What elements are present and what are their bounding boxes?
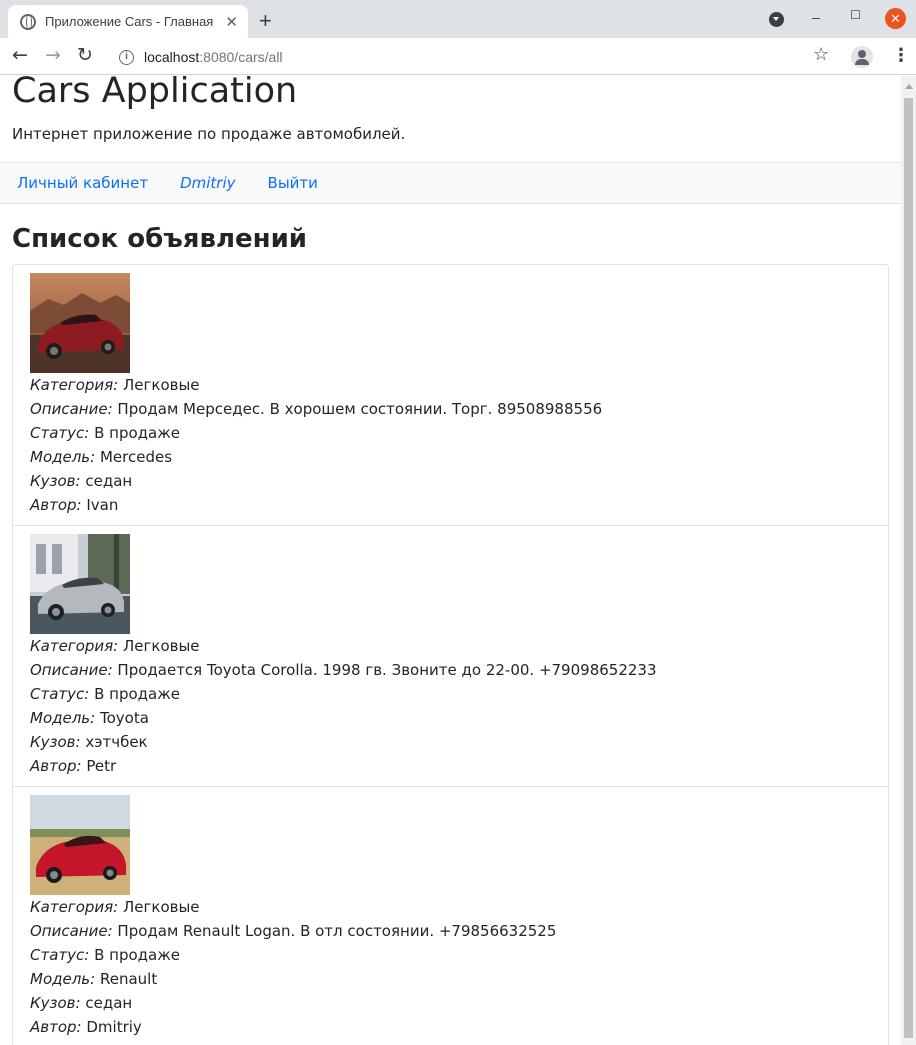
new-tab-button[interactable]: + [259, 8, 272, 34]
ad-body: Кузов: седан [30, 469, 871, 493]
list-item: Категория: Легковые Описание: Продам Мер… [13, 265, 888, 526]
browser-titlebar: Приложение Cars - Главная ✕ + – ☐ ✕ [0, 0, 916, 38]
model-label: Модель: [30, 709, 96, 727]
url-host: localhost [144, 49, 200, 65]
ad-status: Статус: В продаже [30, 421, 871, 445]
address-bar[interactable]: i localhost:8080/cars/all [108, 43, 838, 71]
author-value: Ivan [86, 496, 119, 514]
ad-description: Описание: Продам Мерседес. В хорошем сос… [30, 397, 871, 421]
tab-close-icon[interactable]: ✕ [225, 13, 238, 31]
status-label: Статус: [30, 946, 90, 964]
nav-user-link[interactable]: Dmitriy [180, 174, 235, 192]
ad-category: Категория: Легковые [30, 634, 871, 658]
status-label: Статус: [30, 685, 90, 703]
ad-author: Автор: Ivan [30, 493, 871, 517]
category-label: Категория: [30, 898, 119, 916]
browser-toolbar: ← → ↻ i localhost:8080/cars/all ☆ ⋮ [0, 38, 916, 75]
list-item: Категория: Легковые Описание: Продается … [13, 526, 888, 787]
tab-search-icon[interactable] [769, 12, 784, 27]
body-label: Кузов: [30, 994, 81, 1012]
body-label: Кузов: [30, 733, 81, 751]
ad-description: Описание: Продам Renault Logan. В отл со… [30, 919, 871, 943]
ad-author: Автор: Petr [30, 754, 871, 778]
page-viewport: Cars Application Интернет приложение по … [0, 76, 901, 1045]
description-value: Продам Renault Logan. В отл состоянии. +… [117, 922, 557, 940]
category-value: Легковые [123, 376, 200, 394]
profile-avatar-icon[interactable] [851, 46, 873, 68]
description-value: Продам Мерседес. В хорошем состоянии. То… [117, 400, 603, 418]
url-path: :8080/cars/all [199, 49, 283, 65]
nav-cabinet-link[interactable]: Личный кабинет [17, 174, 148, 192]
app-subtitle: Интернет приложение по продаже автомобил… [12, 125, 406, 143]
status-value: В продаже [94, 946, 180, 964]
list-item: Категория: Легковые Описание: Продам Ren… [13, 787, 888, 1045]
ad-body: Кузов: хэтчбек [30, 730, 871, 754]
globe-icon [20, 13, 36, 30]
minimize-button[interactable]: – [812, 9, 820, 25]
car-photo [30, 273, 130, 373]
tab-title: Приложение Cars - Главная [45, 14, 214, 29]
back-button[interactable]: ← [12, 44, 28, 66]
url-text: localhost:8080/cars/all [144, 49, 283, 65]
category-value: Легковые [123, 637, 200, 655]
status-value: В продаже [94, 424, 180, 442]
app-title: Cars Application [12, 76, 298, 111]
ad-category: Категория: Легковые [30, 373, 871, 397]
page-scrollbar[interactable] [901, 76, 916, 1045]
body-value: седан [85, 994, 133, 1012]
author-label: Автор: [30, 757, 82, 775]
ad-model: Модель: Toyota [30, 706, 871, 730]
model-value: Toyota [99, 709, 149, 727]
scroll-thumb[interactable] [904, 98, 913, 1038]
model-value: Mercedes [99, 448, 173, 466]
author-value: Petr [86, 757, 117, 775]
car-photo [30, 534, 130, 634]
author-label: Автор: [30, 1018, 82, 1036]
maximize-button[interactable]: ☐ [850, 8, 861, 22]
navbar: Личный кабинет Dmitriy Выйти [0, 162, 901, 204]
description-label: Описание: [30, 661, 113, 679]
forward-button[interactable]: → [45, 44, 61, 66]
description-label: Описание: [30, 922, 113, 940]
category-label: Категория: [30, 376, 119, 394]
body-label: Кузов: [30, 472, 81, 490]
list-title: Список объявлений [12, 224, 308, 254]
author-value: Dmitriy [86, 1018, 142, 1036]
close-window-button[interactable]: ✕ [885, 8, 906, 29]
ad-body: Кузов: седан [30, 991, 871, 1015]
ad-category: Категория: Легковые [30, 895, 871, 919]
ads-list: Категория: Легковые Описание: Продам Мер… [12, 264, 889, 1045]
description-value: Продается Toyota Corolla. 1998 гв. Звони… [117, 661, 657, 679]
nav-logout-link[interactable]: Выйти [268, 174, 318, 192]
ad-status: Статус: В продаже [30, 682, 871, 706]
site-info-icon[interactable]: i [119, 49, 134, 65]
model-value: Renault [99, 970, 158, 988]
body-value: хэтчбек [85, 733, 148, 751]
status-label: Статус: [30, 424, 90, 442]
browser-tab[interactable]: Приложение Cars - Главная ✕ [8, 5, 248, 38]
author-label: Автор: [30, 496, 82, 514]
model-label: Модель: [30, 970, 96, 988]
description-label: Описание: [30, 400, 113, 418]
status-value: В продаже [94, 685, 180, 703]
ad-description: Описание: Продается Toyota Corolla. 1998… [30, 658, 871, 682]
page: Cars Application Интернет приложение по … [0, 76, 901, 1045]
ad-model: Модель: Renault [30, 967, 871, 991]
body-value: седан [85, 472, 133, 490]
bookmark-star-icon[interactable]: ☆ [813, 44, 829, 65]
browser-menu-icon[interactable]: ⋮ [892, 45, 910, 66]
model-label: Модель: [30, 448, 96, 466]
car-photo [30, 795, 130, 895]
ad-model: Модель: Mercedes [30, 445, 871, 469]
reload-button[interactable]: ↻ [77, 44, 93, 66]
category-value: Легковые [123, 898, 200, 916]
scroll-up-icon[interactable] [905, 84, 913, 89]
category-label: Категория: [30, 637, 119, 655]
ad-author: Автор: Dmitriy [30, 1015, 871, 1039]
ad-status: Статус: В продаже [30, 943, 871, 967]
